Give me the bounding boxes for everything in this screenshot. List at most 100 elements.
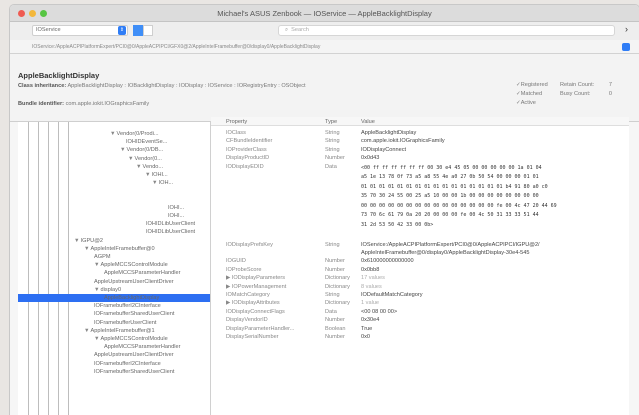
tree-row-label: IOHIDLibUserClient xyxy=(146,229,196,236)
disclosure-triangle-icon[interactable]: ▼ xyxy=(74,238,80,244)
class-inheritance-label: Class inheritance: xyxy=(18,83,67,89)
tree-row[interactable]: AppleUpstreamUserClientDriver xyxy=(18,278,210,286)
property-row[interactable]: IOMatchCategory String IODefaultMatchCateg… xyxy=(211,291,629,299)
tree-row-label: IOH... xyxy=(158,180,174,187)
tree-row[interactable]: IOHI... xyxy=(18,204,210,212)
search-icon: ⌕ xyxy=(285,27,289,33)
disclosure-triangle-icon[interactable]: ▼ xyxy=(145,172,151,178)
property-row[interactable]: ▶ IOPowerManagement Dictionary 8 values xyxy=(211,283,629,291)
tree-row[interactable]: ▼AppleIntelFramebuffer@1 xyxy=(18,327,210,335)
column-header-value[interactable]: Value xyxy=(361,119,375,125)
tree-row[interactable]: ▼Vendor(0... xyxy=(18,155,210,163)
tree-row[interactable]: ▼IOHI... xyxy=(18,171,210,179)
property-row[interactable]: IOProbeScore Number 0x0bb8 xyxy=(211,266,629,274)
path-menu-button[interactable] xyxy=(622,43,630,51)
disclosure-triangle-icon[interactable]: ▼ xyxy=(110,131,116,137)
tree-row-label: IOFramebufferUserClient xyxy=(94,319,157,326)
property-row[interactable]: DisplayParameterHandler... Boolean True xyxy=(211,325,629,333)
tree-row[interactable] xyxy=(18,187,210,195)
tree-row[interactable]: ▼IGPU@2 xyxy=(18,237,210,245)
property-type: String xyxy=(325,138,340,145)
property-row[interactable]: IOClass String AppleBacklightDisplay xyxy=(211,129,629,137)
tree-row[interactable]: IOFramebufferI2CInterface xyxy=(18,360,210,368)
property-row[interactable]: ▶ IODisplayParameters Dictionary 17 values xyxy=(211,274,629,282)
property-row[interactable]: AppleIntelFramebuffer@0/display0/AppleBa… xyxy=(211,249,629,257)
tree-row[interactable]: IOFramebufferSharedUserClient xyxy=(18,310,210,318)
tree-row[interactable]: IOHI... xyxy=(18,212,210,220)
disclosure-triangle-icon[interactable]: ▼ xyxy=(152,180,158,186)
tree-row-label: IOFramebufferSharedUserClient xyxy=(94,368,175,375)
tree-row[interactable]: ▼AppleMCCSControlModule xyxy=(18,261,210,269)
tree-row-label: Vendor(0... xyxy=(134,155,162,162)
disclosure-triangle-icon[interactable]: ▼ xyxy=(94,336,100,342)
property-row[interactable]: DisplaySerialNumber Number 0x0 xyxy=(211,333,629,341)
properties-table[interactable]: Property Type Value IOClass String AppleBa… xyxy=(211,117,629,415)
tree-row[interactable]: ▼AppleIntelFramebuffer@0 xyxy=(18,245,210,253)
bundle-identifier-value: com.apple.iokit.IOGraphicsFamily xyxy=(65,101,150,107)
tree-row[interactable]: IOFramebufferI2CInterface xyxy=(18,302,210,310)
property-row[interactable]: IODisplayConnectFlags Data <00 08 00 00> xyxy=(211,308,629,316)
tree-row[interactable]: AppleMCCSParameterHandler xyxy=(18,343,210,351)
list-view-button[interactable] xyxy=(143,25,153,36)
tree-row[interactable]: IOHIDLibUserClient xyxy=(18,228,210,236)
class-inheritance-chain: AppleBacklightDisplay : IOBacklightDispl… xyxy=(67,83,306,89)
tree-view-button[interactable] xyxy=(133,25,143,36)
count-label: Busy Count: xyxy=(560,91,591,97)
chevron-updown-icon[interactable]: ⇕ xyxy=(118,26,126,35)
tree-row[interactable]: AppleMCCSParameterHandler xyxy=(18,269,210,277)
search-field[interactable]: ⌕ Search xyxy=(278,25,615,36)
chevron-right-icon[interactable]: › xyxy=(625,24,628,34)
tree-row[interactable]: AppleUpstreamUserClientDriver xyxy=(18,351,210,359)
tree-row-label: Vendor(0/DB... xyxy=(126,147,164,154)
tree-row[interactable]: ▼AppleMCCSControlModule xyxy=(18,335,210,343)
registry-tree[interactable]: ▼Vendor(0/Prodi... IOHIDEventSe... ▼Vendor… xyxy=(18,122,211,415)
tree-row-selected[interactable]: AppleBacklightDisplay xyxy=(18,294,210,302)
disclosure-triangle-icon[interactable]: ▼ xyxy=(136,164,142,170)
property-row[interactable]: ▶ IODisplayAttributes Dictionary 1 value xyxy=(211,299,629,307)
registry-path[interactable]: IOService:/AppleACPIPlatformExpert/PCI0@… xyxy=(32,44,320,50)
property-row[interactable]: IOGUID Number 0x610000000000000 xyxy=(211,257,629,265)
property-name: IOGUID xyxy=(226,258,246,265)
disclosure-triangle-icon[interactable]: ▼ xyxy=(94,262,100,268)
property-type: Number xyxy=(325,317,345,324)
flag-active: Active xyxy=(516,99,560,108)
column-header-type[interactable]: Type xyxy=(325,119,337,125)
tree-row[interactable]: ▼display0 xyxy=(18,286,210,294)
edid-hex-line: <00 ff ff ff ff ff ff 00 30 e4 45 05 00 … xyxy=(361,164,542,171)
property-row[interactable]: DisplayVendorID Number 0x30e4 xyxy=(211,316,629,324)
view-mode-segmented-control[interactable] xyxy=(133,25,153,36)
property-name: ▶ IODisplayParameters xyxy=(226,275,286,282)
property-row[interactable]: DisplayProductID Number 0x0d43 xyxy=(211,154,629,162)
edid-data-value: <00 ff ff ff ff ff ff 00 30 e4 45 05 00 … xyxy=(361,164,557,231)
tree-row-label: AppleMCCSParameterHandler xyxy=(104,270,181,277)
property-row[interactable]: CFBundleIdentifier String com.apple.iokit.… xyxy=(211,137,629,145)
tree-row[interactable]: ▼IOH... xyxy=(18,179,210,187)
tree-row[interactable]: IOFramebufferUserClient xyxy=(18,319,210,327)
tree-row[interactable]: ▼Vendor(0/Prodi... xyxy=(18,130,210,138)
property-value: AppleIntelFramebuffer@0/display0/AppleBa… xyxy=(361,249,530,256)
disclosure-triangle-icon[interactable]: ▼ xyxy=(84,246,90,252)
tree-row[interactable]: IOHIDEventSe... xyxy=(18,138,210,146)
property-name: IOProbeScore xyxy=(226,266,262,273)
tree-row[interactable]: ▼Vendor(0/DB... xyxy=(18,146,210,154)
tree-row[interactable] xyxy=(18,196,210,204)
property-row[interactable]: IODisplayPrefsKey String IOService:/AppleA… xyxy=(211,241,629,249)
disclosure-triangle-icon[interactable]: ▼ xyxy=(120,147,126,153)
tree-row[interactable]: ▼Vendo... xyxy=(18,163,210,171)
disclosure-triangle-icon[interactable]: ▼ xyxy=(128,156,134,162)
disclosure-triangle-icon[interactable]: ▼ xyxy=(84,328,90,334)
property-value: 8 values xyxy=(361,283,382,290)
path-bar: IOService:/AppleACPIPlatformExpert/PCI0@… xyxy=(10,40,639,54)
toolbar: IOService ⇕ ⌕ Search › xyxy=(10,22,639,40)
edid-hex-line: 35 70 30 24 55 00 25 a5 10 00 00 1b 00 0… xyxy=(361,193,539,200)
tree-row[interactable]: AGPM xyxy=(18,253,210,261)
flag-registered: Registered xyxy=(516,81,560,90)
title-bar: Michael's ASUS Zenbook — IOService — App… xyxy=(10,5,639,22)
disclosure-triangle-icon[interactable]: ▼ xyxy=(94,287,100,293)
plane-select[interactable]: IOService xyxy=(32,25,128,36)
tree-row[interactable]: IOHIDLibUserClient xyxy=(18,220,210,228)
column-header-property[interactable]: Property xyxy=(226,119,247,125)
tree-row[interactable]: IOFramebufferSharedUserClient xyxy=(18,368,210,376)
property-value: 17 values xyxy=(361,275,385,282)
property-row[interactable]: IOProviderClass String IODisplayConnect xyxy=(211,146,629,154)
